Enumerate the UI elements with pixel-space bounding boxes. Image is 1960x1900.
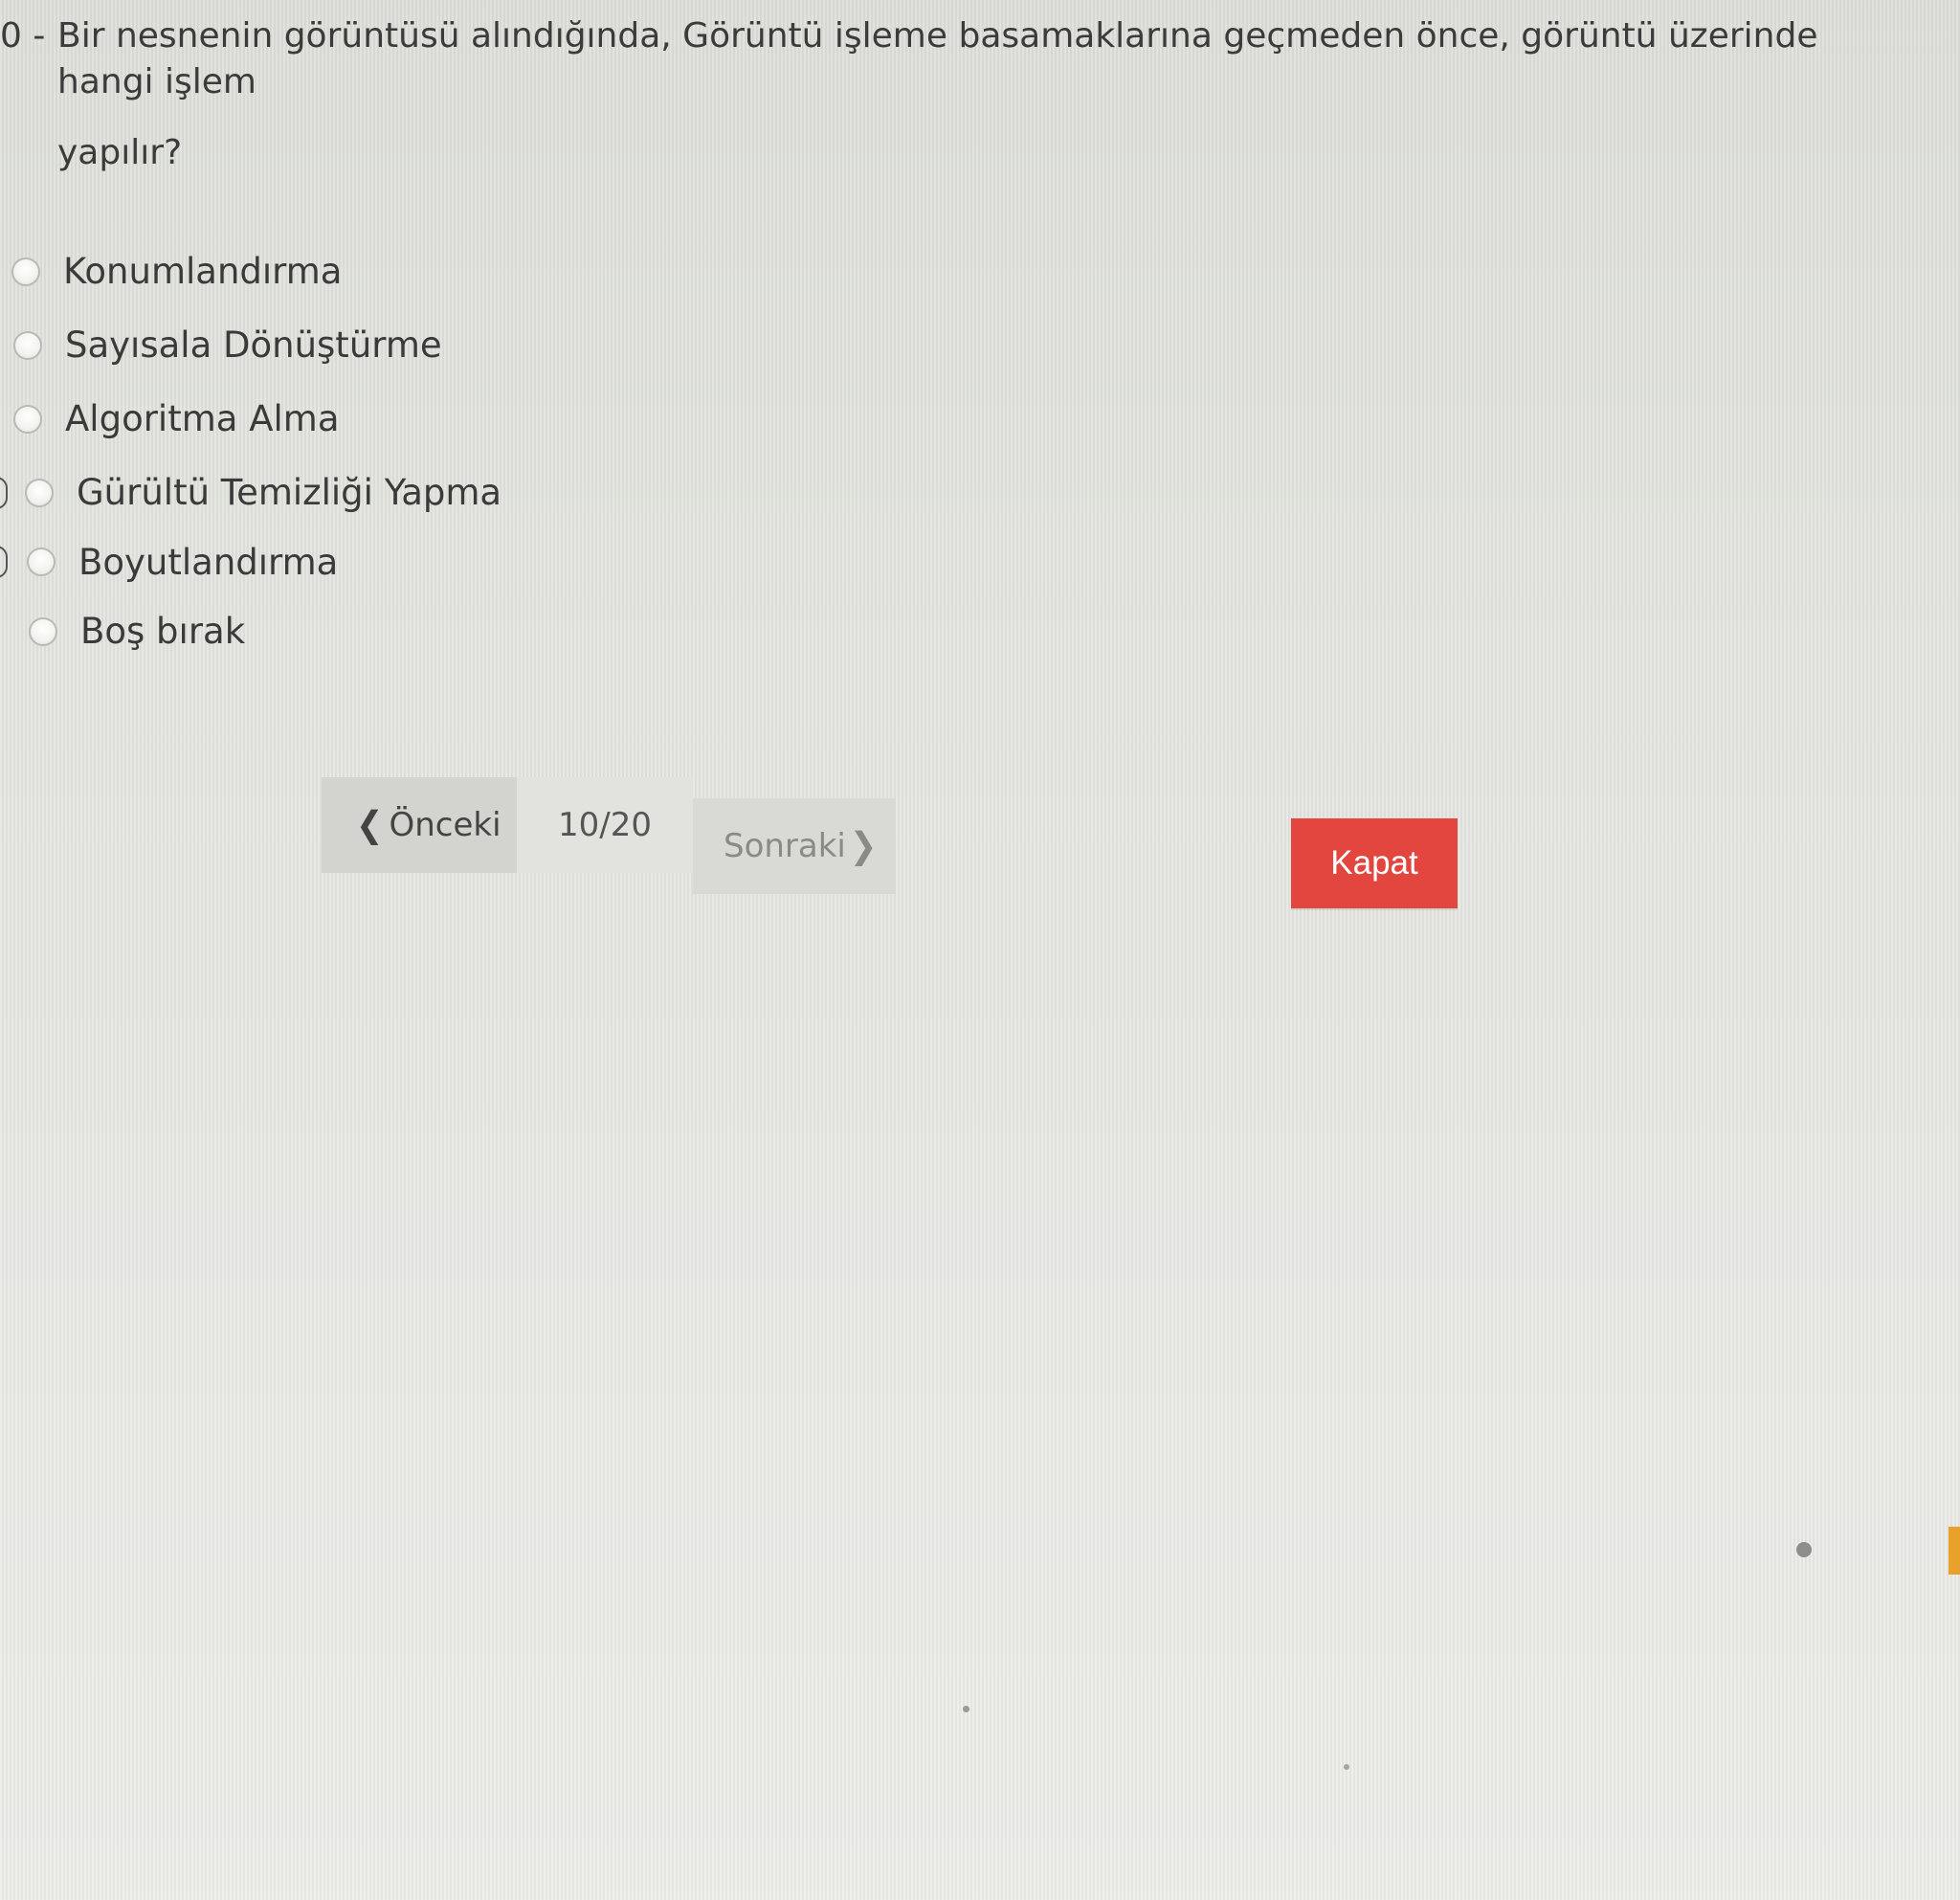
answer-options: Konumlandırma Sayısala Dönüştürme Algori…	[0, 235, 861, 668]
screen-speck	[1344, 1764, 1349, 1770]
radio-button[interactable]	[13, 330, 42, 360]
question-number: 0 -	[0, 16, 46, 56]
close-button[interactable]: Kapat	[1291, 818, 1458, 908]
radio-button[interactable]	[13, 404, 42, 434]
option-label: Konumlandırma	[63, 251, 343, 292]
option-konumlandirma[interactable]: Konumlandırma	[0, 235, 861, 308]
radio-button[interactable]	[29, 616, 57, 646]
chevron-left-icon: ❮	[356, 804, 384, 846]
next-button[interactable]: Sonraki ❯	[693, 798, 896, 894]
option-boyutlandirma[interactable]: Boyutlandırma	[0, 529, 861, 594]
option-label: Boş bırak	[80, 611, 246, 652]
screen-speck	[963, 1706, 969, 1712]
radio-button[interactable]	[25, 478, 54, 507]
next-label: Sonraki	[724, 827, 846, 865]
question-text: Bir nesnenin görüntüsü alındığında, Görü…	[57, 13, 1924, 176]
option-gurultu-temizligi[interactable]: Gürültü Temizliği Yapma	[0, 456, 861, 529]
question-block: 0 - Bir nesnenin görüntüsü alındığında, …	[0, 13, 1933, 176]
option-sayisala-donusturme[interactable]: Sayısala Dönüştürme	[0, 308, 861, 382]
previous-button[interactable]: ❮ Önceki	[322, 777, 517, 873]
option-label: Gürültü Temizliği Yapma	[77, 472, 502, 513]
radio-button[interactable]	[11, 257, 40, 286]
option-label: Sayısala Dönüştürme	[65, 324, 442, 366]
cut-off-radio-edge	[0, 546, 8, 578]
option-label: Boyutlandırma	[78, 541, 339, 583]
edge-sticker	[1949, 1527, 1960, 1575]
page-indicator: 10/20	[517, 777, 693, 873]
question-text-line1: Bir nesnenin görüntüsü alındığında, Görü…	[57, 16, 1818, 101]
option-label: Algoritma Alma	[65, 398, 340, 439]
option-algoritma-alma[interactable]: Algoritma Alma	[0, 382, 861, 456]
chevron-right-icon: ❯	[849, 825, 878, 867]
previous-label: Önceki	[389, 806, 501, 844]
cut-off-radio-edge	[0, 476, 8, 509]
option-bos-birak[interactable]: Boş bırak	[0, 594, 861, 668]
radio-button[interactable]	[27, 548, 56, 576]
question-text-line2: yapılır?	[57, 133, 183, 172]
screen-speck	[1796, 1542, 1812, 1557]
